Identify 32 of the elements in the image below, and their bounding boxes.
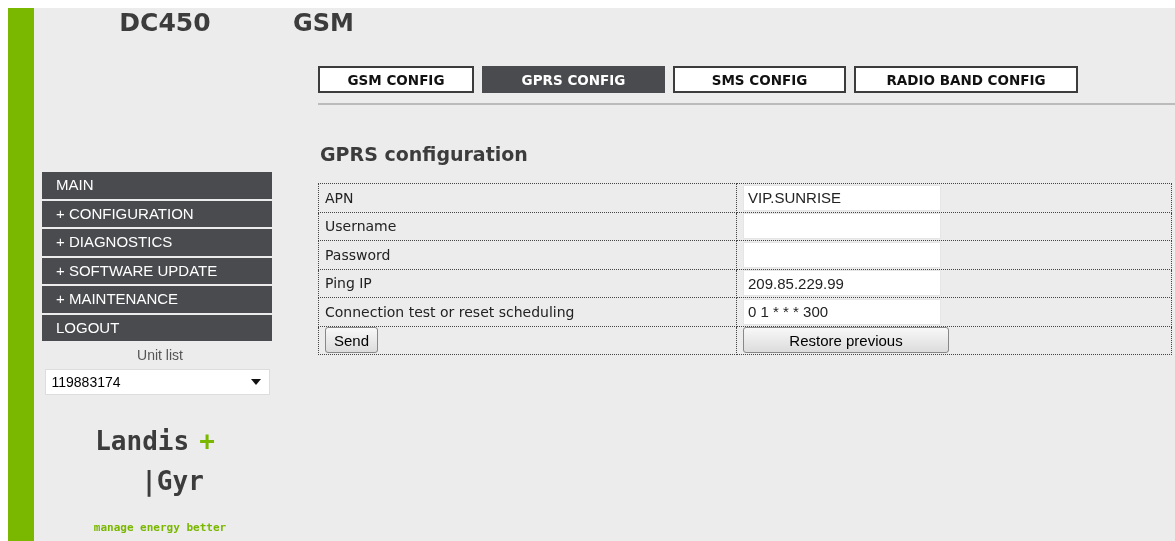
- page-title: GSM: [293, 8, 355, 38]
- menu-item[interactable]: + SOFTWARE UPDATE: [42, 257, 272, 284]
- tab[interactable]: GSM CONFIG: [318, 66, 474, 93]
- tab[interactable]: GPRS CONFIG: [482, 66, 665, 93]
- input-field[interactable]: [743, 213, 941, 240]
- tagline: manage energy better: [93, 521, 227, 534]
- unit-select[interactable]: 119883174: [44, 369, 270, 395]
- field-label: APN: [318, 183, 737, 212]
- tab[interactable]: SMS CONFIG: [673, 66, 846, 93]
- unit-list-label: Unit list: [137, 347, 183, 363]
- menu-item[interactable]: + CONFIGURATION: [42, 200, 272, 227]
- restore-button[interactable]: Restore previous: [743, 327, 949, 354]
- input-field[interactable]: [743, 241, 941, 268]
- tab[interactable]: RADIO BAND CONFIG: [854, 66, 1078, 93]
- field-label: Username: [318, 212, 737, 241]
- menu-item[interactable]: LOGOUT: [42, 314, 272, 341]
- input-field[interactable]: VIP.SUNRISE: [743, 184, 941, 211]
- logo-text: |Gyr: [141, 465, 204, 499]
- send-button[interactable]: Send: [325, 327, 379, 354]
- section-title: GPRS configuration: [320, 143, 529, 165]
- field-label: Ping IP: [318, 269, 737, 298]
- logo-text: Landis: [95, 425, 190, 458]
- menu-item[interactable]: + DIAGNOSTICS: [42, 229, 272, 256]
- menu-item[interactable]: + MAINTENANCE: [42, 286, 272, 313]
- menu-item[interactable]: MAIN: [42, 172, 272, 199]
- device-title: DC450: [119, 8, 211, 38]
- field-label: Password: [318, 240, 737, 269]
- caret-icon: [250, 379, 261, 385]
- field-label: Connection test or reset scheduling: [318, 297, 737, 326]
- input-field[interactable]: 0 1 * * * 300: [743, 298, 941, 325]
- input-field[interactable]: 209.85.229.99: [743, 270, 941, 297]
- logo-plus: +: [199, 425, 215, 458]
